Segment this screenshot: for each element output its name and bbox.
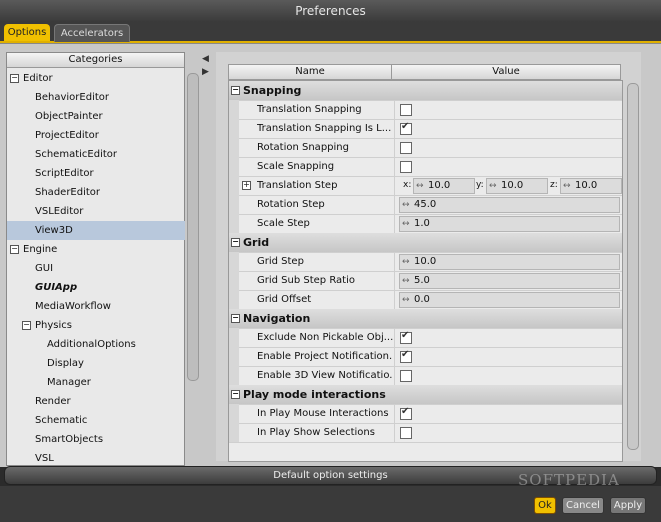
enable-project-notification-checkbox[interactable] [400,349,412,363]
prop-rotation-snapping: Rotation Snapping [229,138,622,158]
properties-scrollbar[interactable] [627,83,639,450]
spinner-icon: ↔ [402,219,410,229]
translation-snapping-checkbox[interactable] [400,104,412,116]
collapse-icon[interactable]: − [231,390,240,399]
prop-translation-snapping: Translation Snapping [229,100,622,120]
prop-translation-step: + Translation Step x: ↔ 10.0 y: ↔ 10.0 z: ↔ 10.… [229,176,622,196]
category-gui[interactable]: GUI [7,259,185,278]
prop-in-play-show-selections: In Play Show Selections [229,423,622,443]
prop-grid-offset: Grid Offset ↔ 0.0 [229,290,622,310]
translation-step-z-input[interactable]: 10.0 [575,179,597,193]
category-shadereditor[interactable]: ShaderEditor [7,183,185,202]
window-title: Preferences [0,0,661,22]
category-mediaworkflow[interactable]: MediaWorkflow [7,297,185,316]
categories-scrollbar[interactable] [187,73,199,381]
category-schematic[interactable]: Schematic [7,411,185,430]
category-vsleditor[interactable]: VSLEditor [7,202,185,221]
spinner-icon: ↔ [402,257,410,267]
prop-in-play-mouse-interactions: In Play Mouse Interactions [229,404,622,424]
grid-offset-input[interactable]: ↔ 0.0 [399,292,620,308]
scale-step-input[interactable]: ↔ 1.0 [399,216,620,232]
arrow-right-icon[interactable]: ▶ [202,66,209,79]
in-play-show-selections-checkbox[interactable] [400,427,412,439]
collapse-icon[interactable]: − [231,86,240,95]
tab-accelerators[interactable]: Accelerators [54,24,130,42]
tab-bar: Options Accelerators [0,22,661,43]
collapse-icon[interactable]: − [10,244,19,254]
spinner-icon: ↔ [402,276,410,286]
prop-grid-step: Grid Step ↔ 10.0 [229,252,622,272]
grid-sub-step-ratio-input[interactable]: ↔ 5.0 [399,273,620,289]
spinner-icon: ↔ [402,295,410,305]
exclude-non-pickable-checkbox[interactable] [400,330,412,344]
watermark: SOFTPEDIA [518,471,620,489]
spinner-icon: ↔ [402,200,410,210]
translation-step-x-input[interactable]: 10.0 [428,179,450,193]
property-grid: − Snapping Translation Snapping Translati… [228,80,623,462]
section-navigation[interactable]: − Navigation [229,309,622,329]
spinner-icon: ↔ [489,181,497,191]
collapse-icon[interactable]: − [231,238,240,247]
category-render[interactable]: Render [7,392,185,411]
properties-panel: Name Value − Snapping Translation Snappin… [216,52,641,462]
category-editor[interactable]: − Editor [7,69,185,88]
arrow-left-icon[interactable]: ◀ [202,53,209,66]
grid-step-input[interactable]: ↔ 10.0 [399,254,620,270]
column-value-header[interactable]: Value [392,65,620,79]
categories-panel: Categories − Editor BehaviorEditor Object… [6,52,185,466]
rotation-snapping-checkbox[interactable] [400,142,412,154]
translation-snapping-local-checkbox[interactable] [400,121,412,135]
section-grid[interactable]: − Grid [229,233,622,253]
prop-enable-project-notification: Enable Project Notification... [229,347,622,367]
category-display[interactable]: Display [7,354,185,373]
collapse-icon[interactable]: − [10,73,19,83]
ok-button[interactable]: Ok [534,497,556,514]
translation-step-y-input[interactable]: 10.0 [501,179,523,193]
category-guiapp[interactable]: GUIApp [7,278,185,297]
tab-options[interactable]: Options [4,24,50,41]
category-objectpainter[interactable]: ObjectPainter [7,107,185,126]
properties-header: Name Value [228,64,621,80]
prop-translation-snapping-local: Translation Snapping Is L... [229,119,622,139]
rotation-step-input[interactable]: ↔ 45.0 [399,197,620,213]
categories-tree: − Editor BehaviorEditor ObjectPainter Pro… [7,69,185,468]
enable-3d-view-notification-checkbox[interactable] [400,370,412,382]
cancel-button[interactable]: Cancel [562,497,604,514]
expand-icon[interactable]: + [242,181,251,190]
apply-button[interactable]: Apply [610,497,646,514]
prop-exclude-non-pickable: Exclude Non Pickable Obj... [229,328,622,348]
scale-snapping-checkbox[interactable] [400,161,412,173]
prop-enable-3d-view-notification: Enable 3D View Notificatio... [229,366,622,386]
splitter-arrows[interactable]: ◀ ▶ [202,53,209,79]
categories-header: Categories [7,53,184,68]
category-physics[interactable]: − Physics [7,316,185,335]
spinner-icon: ↔ [416,181,424,191]
category-behavioreditor[interactable]: BehaviorEditor [7,88,185,107]
section-play-mode[interactable]: − Play mode interactions [229,385,622,405]
category-projecteditor[interactable]: ProjectEditor [7,126,185,145]
prop-scale-snapping: Scale Snapping [229,157,622,177]
category-engine[interactable]: − Engine [7,240,185,259]
category-additionaloptions[interactable]: AdditionalOptions [7,335,185,354]
category-manager[interactable]: Manager [7,373,185,392]
category-smartobjects[interactable]: SmartObjects [7,430,185,449]
collapse-icon[interactable]: − [231,314,240,323]
prop-rotation-step: Rotation Step ↔ 45.0 [229,195,622,215]
column-name-header[interactable]: Name [229,65,392,79]
prop-grid-sub-step-ratio: Grid Sub Step Ratio ↔ 5.0 [229,271,622,291]
category-scripteditor[interactable]: ScriptEditor [7,164,185,183]
category-schematiceditor[interactable]: SchematicEditor [7,145,185,164]
prop-scale-step: Scale Step ↔ 1.0 [229,214,622,234]
collapse-icon[interactable]: − [22,320,31,330]
in-play-mouse-interactions-checkbox[interactable] [400,406,412,420]
spinner-icon: ↔ [563,181,571,191]
section-snapping[interactable]: − Snapping [229,81,622,101]
category-view3d[interactable]: View3D [7,221,185,240]
